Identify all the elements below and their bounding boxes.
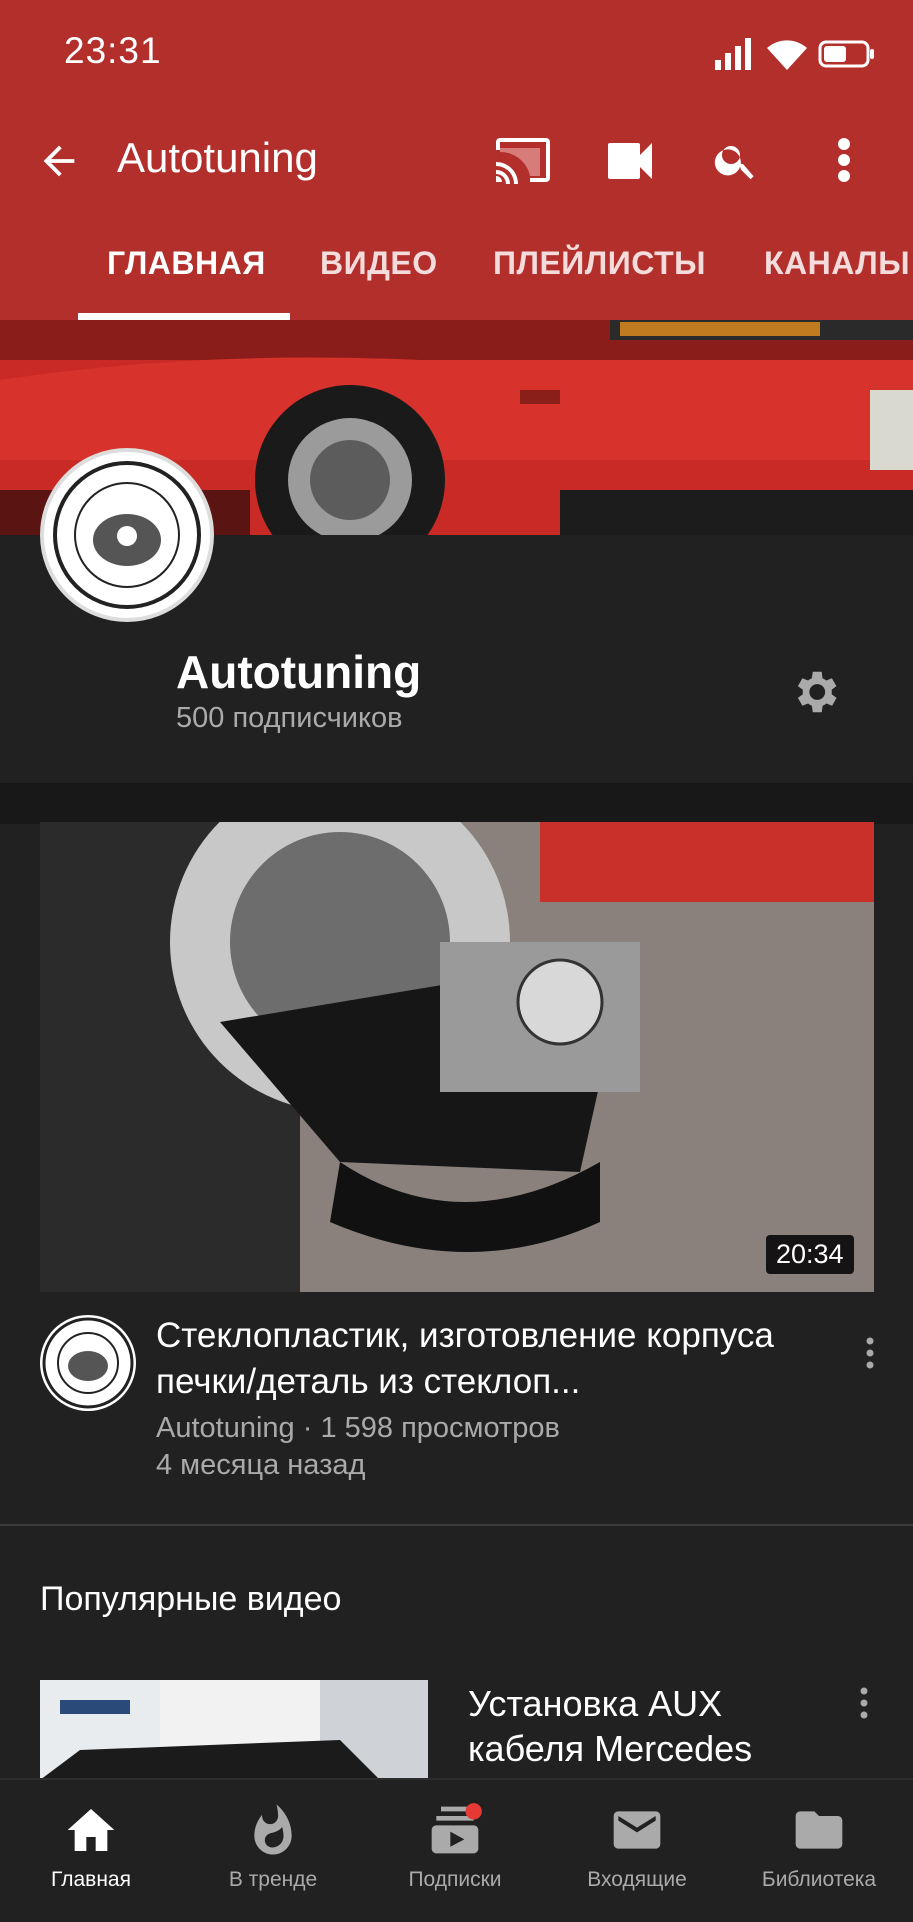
- tab-videos[interactable]: ВИДЕО: [320, 245, 438, 282]
- video-title[interactable]: Стеклопластик, изготовление корпуса печк…: [156, 1313, 816, 1405]
- more-vert-icon[interactable]: [858, 1686, 870, 1720]
- tab-playlists[interactable]: ПЛЕЙЛИСТЫ: [493, 245, 706, 282]
- tab-home[interactable]: ГЛАВНАЯ: [107, 245, 266, 282]
- tab-channels[interactable]: КАНАЛЫ: [764, 245, 910, 282]
- section-title: Популярные видео: [40, 1580, 342, 1618]
- channel-name: Autotuning: [176, 646, 422, 698]
- home-icon: [67, 1809, 115, 1851]
- inbox-icon: [613, 1811, 661, 1849]
- tab-indicator: [78, 313, 290, 320]
- video-camera-icon[interactable]: [606, 139, 654, 183]
- nav-trending[interactable]: В тренде: [182, 1780, 364, 1922]
- more-vert-icon[interactable]: [832, 136, 856, 184]
- nav-inbox[interactable]: Входящие: [546, 1780, 728, 1922]
- nav-label: Библиотека: [761, 1868, 877, 1891]
- page-title: Autotuning: [117, 134, 318, 181]
- channel-avatar[interactable]: [40, 448, 214, 622]
- nav-library[interactable]: Библиотека: [728, 1780, 910, 1922]
- status-time: 23:31: [64, 30, 162, 71]
- subscriptions-icon: [431, 1803, 482, 1854]
- video-channel-avatar[interactable]: [40, 1315, 136, 1411]
- nav-label: Главная: [51, 1868, 131, 1891]
- more-vert-icon[interactable]: [864, 1336, 876, 1370]
- nav-subscriptions[interactable]: Подписки: [364, 1780, 546, 1922]
- nav-label: Входящие: [587, 1868, 687, 1891]
- battery-icon: [818, 40, 874, 68]
- video-channel-views: Autotuning · 1 598 просмотров: [156, 1412, 560, 1444]
- video-meta: Autotuning · 1 598 просмотров 4 месяца н…: [156, 1410, 560, 1484]
- nav-label: В тренде: [228, 1868, 318, 1891]
- bottom-navigation: Главная В тренде Подписки Входящие Библи…: [0, 1778, 913, 1922]
- gear-icon[interactable]: [788, 665, 842, 719]
- subscriber-count: 500 подписчиков: [176, 702, 403, 734]
- video-age: 4 месяца назад: [156, 1449, 366, 1481]
- search-icon[interactable]: [712, 136, 760, 184]
- wifi-icon: [767, 40, 807, 70]
- cast-icon[interactable]: [494, 136, 552, 184]
- library-icon: [795, 1811, 843, 1849]
- app-header: 23:31 Autotuning ГЛАВНАЯ ВИДЕО ПЛЕЙЛИСТЫ…: [0, 0, 913, 320]
- section-divider: [0, 1524, 913, 1526]
- nav-home[interactable]: Главная: [0, 1780, 182, 1922]
- video-duration: 20:34: [766, 1235, 854, 1274]
- section-divider: [0, 783, 913, 824]
- fire-icon: [254, 1804, 292, 1855]
- back-arrow-icon[interactable]: [36, 138, 82, 184]
- signal-icon: [715, 38, 751, 70]
- video-thumbnail[interactable]: [40, 822, 874, 1292]
- nav-label: Подписки: [408, 1868, 502, 1891]
- popular-video-title[interactable]: Установка AUX кабеля Mercedes: [468, 1681, 848, 1771]
- notification-dot: [465, 1803, 482, 1820]
- video-thumbnail[interactable]: [40, 1680, 428, 1780]
